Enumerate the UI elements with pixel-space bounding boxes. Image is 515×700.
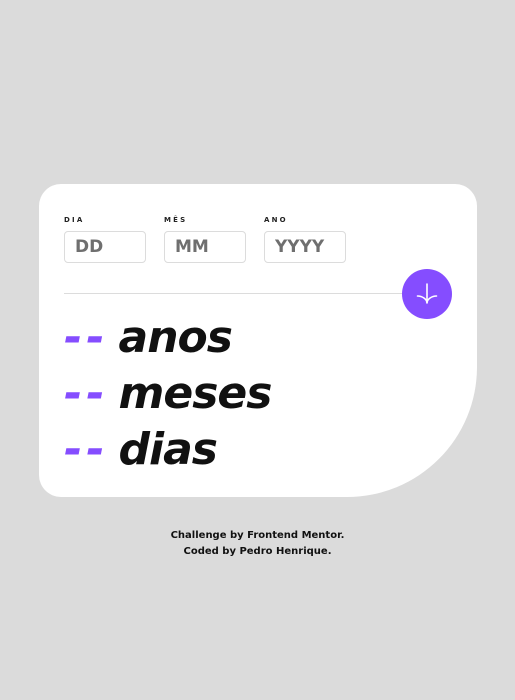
attribution-coder: Coded by Pedro Henrique. (183, 546, 332, 557)
month-field: MÊS (164, 215, 246, 263)
year-label: ANO (264, 216, 288, 224)
divider (64, 293, 404, 294)
day-field: DIA (64, 215, 146, 263)
year-input[interactable] (264, 231, 346, 263)
month-label: MÊS (164, 216, 188, 224)
result-months: -- meses (64, 366, 273, 422)
years-value: -- (64, 312, 109, 363)
result-days: -- dias (64, 422, 271, 478)
days-unit: dias (118, 424, 218, 475)
submit-button[interactable] (402, 269, 452, 319)
days-value: -- (64, 424, 109, 475)
years-unit: anos (118, 312, 233, 363)
age-calculator-card: DIA MÊS ANO --anos --meses --dias (39, 184, 477, 497)
day-label: DIA (64, 216, 85, 224)
result-years: -- anos (64, 310, 271, 366)
day-input[interactable] (64, 231, 146, 263)
results: -- anos -- meses -- dias (64, 310, 273, 478)
date-fields: DIA MÊS ANO (64, 215, 364, 263)
attribution-challenge: Challenge by Frontend Mentor. (170, 530, 345, 541)
arrow-down-icon (416, 283, 438, 304)
months-value: -- (64, 368, 109, 419)
month-input[interactable] (164, 231, 246, 263)
attribution: Challenge by Frontend Mentor. Coded by P… (0, 528, 515, 560)
year-field: ANO (264, 215, 346, 263)
months-unit: meses (118, 368, 273, 419)
